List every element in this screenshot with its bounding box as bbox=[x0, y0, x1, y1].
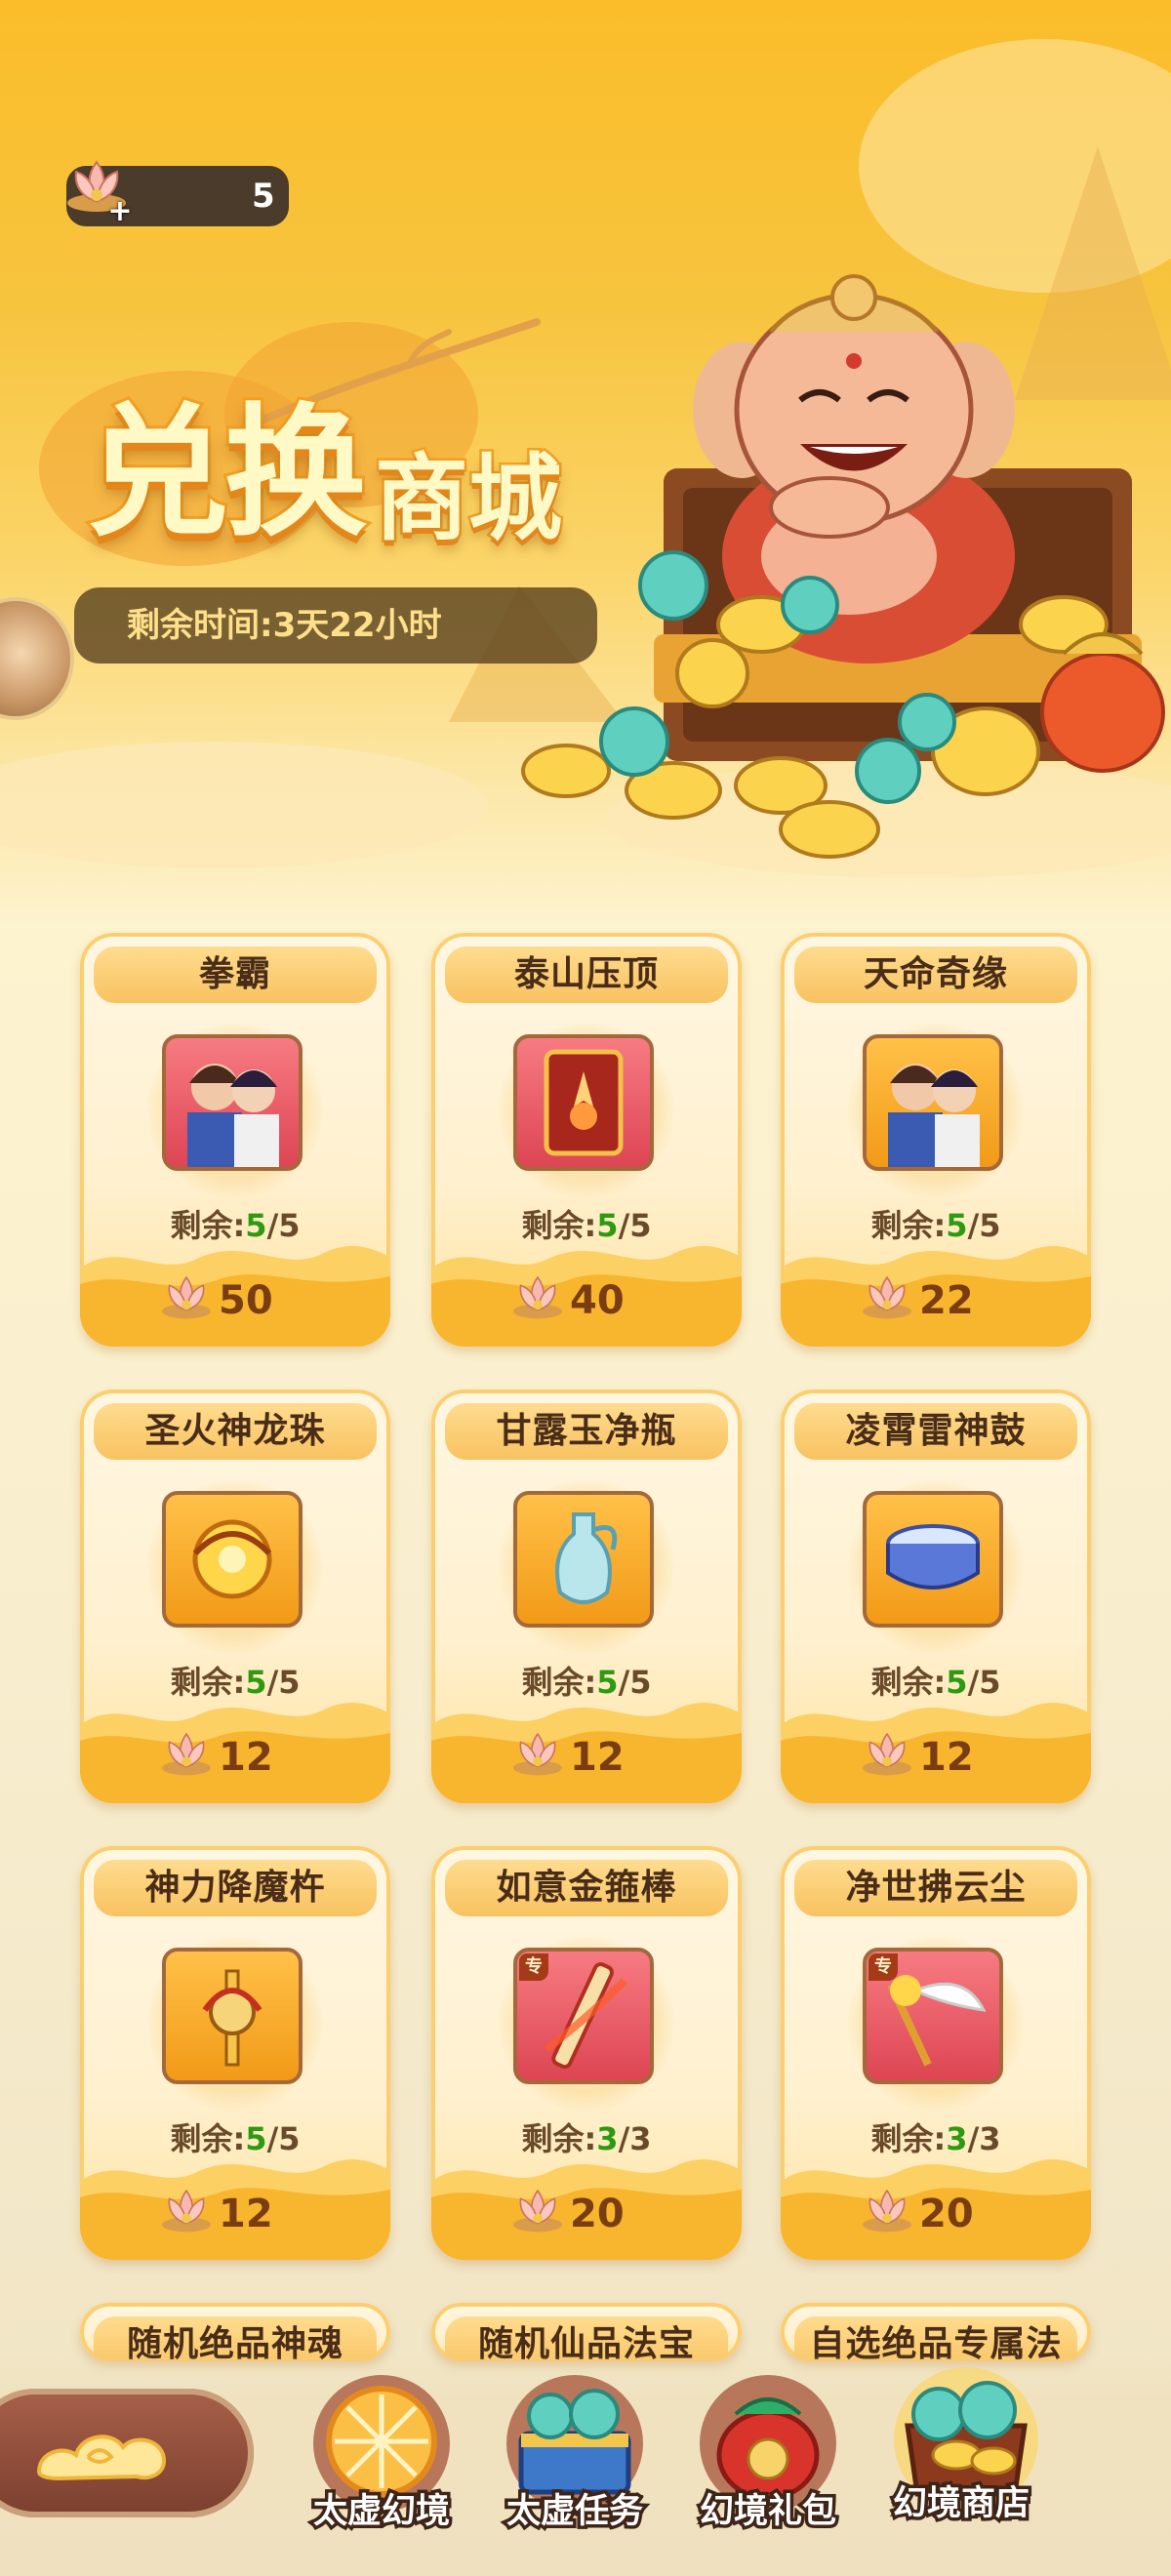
banner-cloud bbox=[0, 742, 488, 868]
home-cloud-button[interactable] bbox=[0, 2389, 254, 2517]
item-name: 净世拂云尘 bbox=[794, 1860, 1077, 1916]
item-name: 泰山压顶 bbox=[445, 946, 728, 1003]
price-value: 12 bbox=[219, 2192, 273, 2236]
lotus-currency-icon bbox=[162, 1275, 211, 1319]
item-price: 12 bbox=[158, 2186, 273, 2240]
item-price: 22 bbox=[859, 1272, 974, 1327]
item-card[interactable]: 拳霸剩余:5/5 50 bbox=[80, 933, 390, 1347]
nav-label: 幻境商店 bbox=[889, 2481, 1032, 2527]
item-remaining: 剩余:5/5 bbox=[521, 1207, 652, 1244]
nav-label: 幻境礼包 bbox=[696, 2489, 839, 2535]
item-name: 拳霸 bbox=[94, 946, 377, 1003]
item-name: 凌霄雷神鼓 bbox=[794, 1403, 1077, 1460]
exclusive-badge: 专 bbox=[868, 1953, 898, 1981]
item-remaining: 剩余:5/5 bbox=[170, 2120, 301, 2157]
item-card[interactable]: 天命奇缘剩余:5/5 22 bbox=[781, 933, 1091, 1347]
lotus-currency-icon bbox=[513, 1275, 562, 1319]
golden-staff-icon[interactable]: 专 bbox=[513, 1948, 654, 2084]
item-price: 20 bbox=[859, 2186, 974, 2240]
lotus-currency-icon bbox=[162, 1732, 211, 1776]
nav-dreamland-gift-pack[interactable]: 幻境礼包 bbox=[675, 2365, 861, 2560]
lotus-currency-icon bbox=[162, 2189, 211, 2233]
page-title-main: 兑换 bbox=[83, 387, 370, 559]
heroes-portrait-icon[interactable] bbox=[162, 1034, 303, 1171]
auspicious-cloud-icon bbox=[36, 2435, 167, 2481]
nav-label: 太虚幻境 bbox=[309, 2489, 453, 2535]
currency-count: 5 bbox=[252, 177, 275, 216]
price-value: 20 bbox=[919, 2192, 974, 2236]
item-card[interactable]: 凌霄雷神鼓剩余:5/5 12 bbox=[781, 1389, 1091, 1803]
item-price: 12 bbox=[158, 1729, 273, 1784]
item-remaining: 剩余:3/3 bbox=[870, 2120, 1001, 2157]
lotus-currency-pill[interactable]: + 5 bbox=[66, 160, 289, 226]
price-value: 50 bbox=[219, 1278, 273, 1323]
lotus-currency-icon bbox=[863, 1275, 911, 1319]
nav-taixu-dreamland[interactable]: 太虚幻境 bbox=[289, 2365, 474, 2560]
nav-taixu-tasks[interactable]: 太虚任务 bbox=[482, 2365, 667, 2560]
price-value: 12 bbox=[219, 1735, 273, 1780]
vajra-pestle-icon[interactable] bbox=[162, 1948, 303, 2084]
heroes-portrait-icon[interactable] bbox=[863, 1034, 1003, 1171]
skill-card-icon[interactable] bbox=[513, 1034, 654, 1171]
item-card[interactable]: 随机绝品神魂 bbox=[80, 2303, 390, 2361]
item-remaining: 剩余:5/5 bbox=[170, 1207, 301, 1244]
item-card[interactable]: 如意金箍棒专剩余:3/3 20 bbox=[431, 1846, 742, 2260]
item-price: 20 bbox=[509, 2186, 625, 2240]
item-price: 50 bbox=[158, 1272, 273, 1327]
price-value: 12 bbox=[570, 1735, 625, 1780]
item-card[interactable]: 圣火神龙珠剩余:5/5 12 bbox=[80, 1389, 390, 1803]
nav-label: 太虚任务 bbox=[503, 2489, 646, 2535]
item-remaining: 剩余:5/5 bbox=[170, 1664, 301, 1701]
item-remaining: 剩余:3/3 bbox=[521, 2120, 652, 2157]
item-name: 神力降魔杵 bbox=[94, 1860, 377, 1916]
item-card[interactable]: 随机仙品法宝 bbox=[431, 2303, 742, 2361]
nav-dreamland-shop[interactable]: 幻境商店 bbox=[868, 2357, 1054, 2553]
item-card[interactable]: 甘露玉净瓶剩余:5/5 12 bbox=[431, 1389, 742, 1803]
item-remaining: 剩余:5/5 bbox=[521, 1664, 652, 1701]
item-price: 12 bbox=[859, 1729, 974, 1784]
item-card[interactable]: 神力降魔杵剩余:5/5 12 bbox=[80, 1846, 390, 2260]
price-value: 20 bbox=[570, 2192, 625, 2236]
lotus-currency-icon bbox=[513, 1732, 562, 1776]
item-remaining: 剩余:5/5 bbox=[870, 1664, 1001, 1701]
price-value: 40 bbox=[570, 1278, 625, 1323]
exclusive-badge: 专 bbox=[519, 1953, 548, 1981]
price-value: 12 bbox=[919, 1735, 974, 1780]
add-currency-icon[interactable]: + bbox=[107, 197, 133, 226]
item-name: 如意金箍棒 bbox=[445, 1860, 728, 1916]
item-card[interactable]: 自选绝品专属法宝 bbox=[781, 2303, 1091, 2361]
jade-vase-icon[interactable] bbox=[513, 1491, 654, 1628]
item-name: 甘露玉净瓶 bbox=[445, 1403, 728, 1460]
whisk-icon[interactable]: 专 bbox=[863, 1948, 1003, 2084]
dragon-pearl-icon[interactable] bbox=[162, 1491, 303, 1628]
character-avatar-peek bbox=[0, 597, 74, 720]
item-card[interactable]: 净世拂云尘专剩余:3/3 20 bbox=[781, 1846, 1091, 2260]
price-value: 22 bbox=[919, 1278, 974, 1323]
item-card[interactable]: 泰山压顶剩余:5/5 40 bbox=[431, 933, 742, 1347]
lotus-currency-icon bbox=[513, 2189, 562, 2233]
thunder-drum-icon[interactable] bbox=[863, 1491, 1003, 1628]
lotus-currency-icon bbox=[863, 2189, 911, 2233]
item-name: 圣火神龙珠 bbox=[94, 1403, 377, 1460]
shop-banner: + 5 兑换 商城 剩余时间:3天22小时 bbox=[0, 0, 1171, 878]
item-name: 天命奇缘 bbox=[794, 946, 1077, 1003]
item-price: 12 bbox=[509, 1729, 625, 1784]
lotus-currency-icon bbox=[863, 1732, 911, 1776]
item-price: 40 bbox=[509, 1272, 625, 1327]
god-of-wealth-mascot bbox=[521, 274, 1165, 859]
item-remaining: 剩余:5/5 bbox=[870, 1207, 1001, 1244]
